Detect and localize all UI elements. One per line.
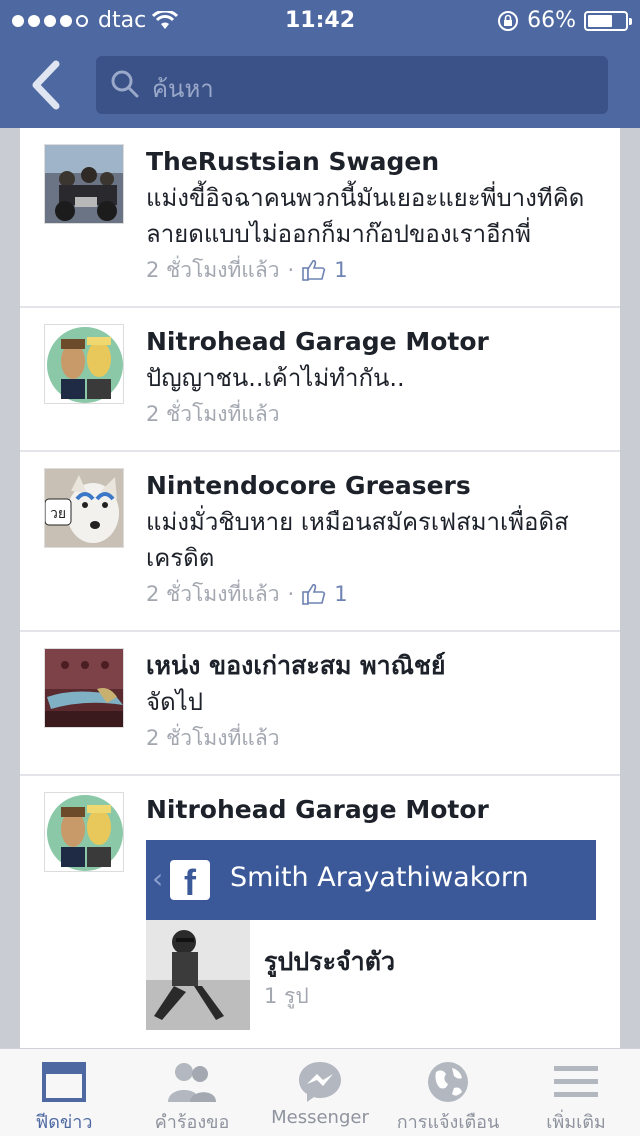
comment-meta: 2 ชั่วโมงที่แล้ว — [146, 398, 596, 430]
shared-page-header[interactable]: ‹ f Smith Arayathiwakorn — [146, 840, 596, 920]
news-feed-icon — [42, 1062, 86, 1102]
messenger-icon — [299, 1062, 341, 1102]
comments-feed: TheRustsian Swagen แม่งขี้อิจฉาคนพวกนี้ม… — [20, 128, 620, 1048]
commenter-name[interactable]: Nitrohead Garage Motor — [146, 788, 596, 826]
comment-time: 2 ชั่วโมงที่แล้ว — [146, 258, 280, 282]
tab-messenger[interactable]: Messenger — [256, 1049, 384, 1136]
commenter-name[interactable]: TheRustsian Swagen — [146, 140, 596, 178]
like-count[interactable]: 1 — [302, 578, 348, 610]
shared-link-preview[interactable]: ‹ f Smith Arayathiwakorn รูปประจำตัว 1 ร… — [146, 840, 596, 1030]
tab-friend-requests[interactable]: คำร้องขอ — [128, 1049, 256, 1136]
tab-news-feed[interactable]: ฟีดข่าว — [0, 1049, 128, 1136]
comment-time: 2 ชั่วโมงที่แล้ว — [146, 402, 280, 426]
avatar[interactable] — [44, 648, 124, 728]
list-item[interactable]: วย Nintendocore Greasers แม่งมั่วชิบหาย … — [20, 452, 620, 632]
avatar[interactable] — [44, 792, 124, 872]
friend-requests-icon — [168, 1063, 216, 1102]
album-count: 1 รูป — [264, 984, 309, 1008]
comment-meta: 2 ชั่วโมงที่แล้ว · 1 — [146, 254, 596, 286]
comment-text: จัดไป — [146, 688, 203, 716]
search-icon — [111, 70, 139, 98]
comment-text: ปัญญาชน..เค้าไม่ทำกัน.. — [146, 364, 405, 392]
tab-more[interactable]: เพิ่มเติม — [512, 1049, 640, 1136]
battery-icon — [584, 10, 632, 31]
tab-label: ฟีดข่าว — [35, 1112, 93, 1133]
chevron-left-icon: ‹ — [152, 862, 164, 895]
menu-icon — [554, 1066, 598, 1097]
search-input[interactable]: ค้นหา — [96, 56, 608, 114]
thumbs-up-icon — [302, 583, 326, 605]
tab-label: เพิ่มเติม — [546, 1112, 606, 1133]
comment-meta: 2 ชั่วโมงที่แล้ว · 1 — [146, 578, 596, 610]
list-item[interactable]: Nitrohead Garage Motor ปัญญาชน..เค้าไม่ท… — [20, 308, 620, 452]
list-item[interactable]: เหน่ง ของเก่าสะสม พาณิชย์ จัดไป 2 ชั่วโม… — [20, 632, 620, 776]
tab-label: การแจ้งเตือน — [396, 1112, 500, 1133]
comment-time: 2 ชั่วโมงที่แล้ว — [146, 582, 280, 606]
comment-meta: 2 ชั่วโมงที่แล้ว — [146, 722, 596, 754]
top-bar: dtac 11:42 66% ค้นหา — [0, 0, 640, 128]
commenter-name[interactable]: Nitrohead Garage Motor — [146, 320, 596, 358]
avatar[interactable] — [44, 324, 124, 404]
thumbs-up-icon — [302, 259, 326, 281]
search-placeholder: ค้นหา — [152, 75, 214, 103]
avatar[interactable]: วย — [44, 468, 124, 548]
separator: · — [287, 582, 295, 606]
tab-bar: ฟีดข่าว คำร้องขอ Messenger การแจ้งเตือน … — [0, 1048, 640, 1136]
battery-percent: 66% — [527, 8, 576, 33]
globe-icon — [428, 1062, 468, 1102]
tab-notifications[interactable]: การแจ้งเตือน — [384, 1049, 512, 1136]
album-title: รูปประจำตัว — [264, 947, 395, 976]
rotation-lock-icon — [498, 10, 519, 31]
list-item[interactable]: TheRustsian Swagen แม่งขี้อิจฉาคนพวกนี้ม… — [20, 128, 620, 308]
avatar[interactable] — [44, 144, 124, 224]
status-bar: dtac 11:42 66% — [0, 0, 640, 40]
tab-label: Messenger — [271, 1107, 369, 1128]
back-arrow-icon[interactable] — [26, 60, 70, 110]
tab-label: คำร้องขอ — [154, 1112, 230, 1133]
separator: · — [287, 258, 295, 282]
avatar-caption: วย — [50, 506, 66, 522]
like-count[interactable]: 1 — [302, 254, 348, 286]
shared-page-name: Smith Arayathiwakorn — [230, 862, 529, 893]
comment-text: แม่งขี้อิจฉาคนพวกนี้มันเยอะแยะพี่บางทีคิ… — [146, 184, 585, 248]
shared-album[interactable]: รูปประจำตัว 1 รูป — [146, 920, 596, 1030]
commenter-name[interactable]: เหน่ง ของเก่าสะสม พาณิชย์ — [146, 644, 596, 682]
comment-time: 2 ชั่วโมงที่แล้ว — [146, 726, 280, 750]
commenter-name[interactable]: Nintendocore Greasers — [146, 464, 596, 502]
list-item[interactable]: Nitrohead Garage Motor ‹ f Smith Arayath… — [20, 776, 620, 1048]
album-thumbnail — [146, 920, 250, 1030]
facebook-logo-icon: f — [170, 860, 210, 903]
comment-text: แม่งมั่วชิบหาย เหมือนสมัครเฟสมาเพื่อดิสเ… — [146, 508, 569, 572]
